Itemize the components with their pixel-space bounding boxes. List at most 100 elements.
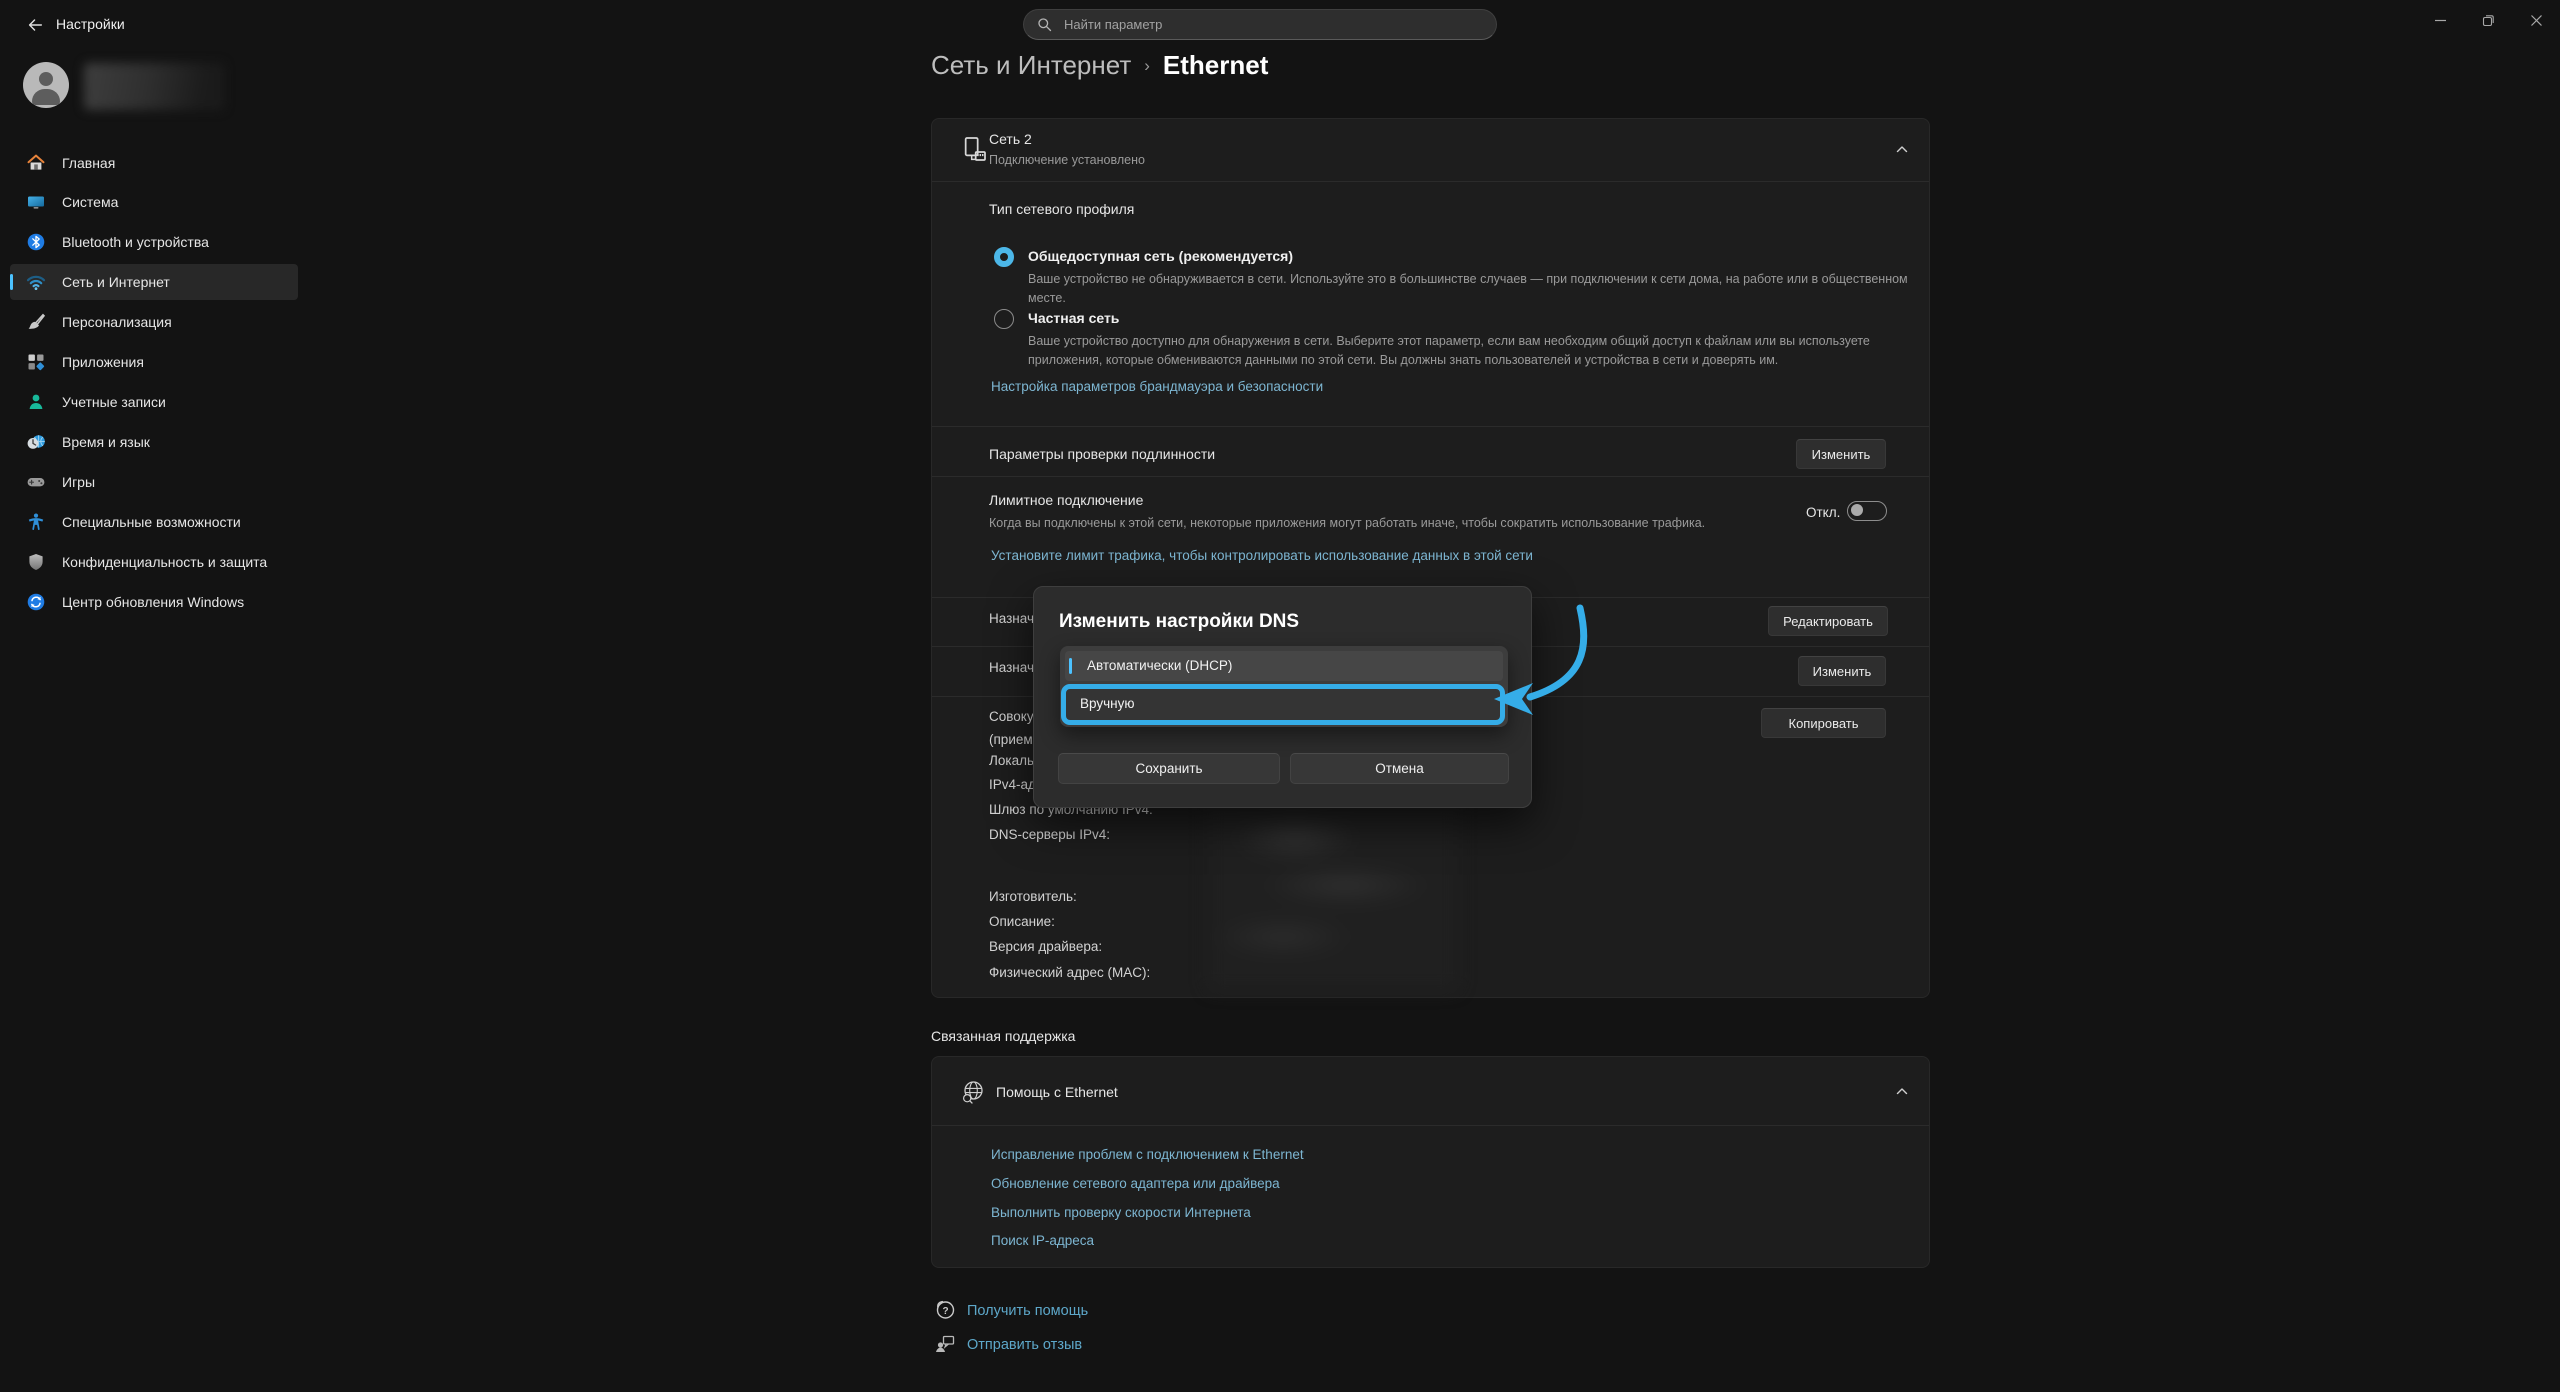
breadcrumb-parent[interactable]: Сеть и Интернет bbox=[931, 50, 1131, 81]
close-icon bbox=[2530, 14, 2543, 27]
app-title: Настройки bbox=[56, 16, 125, 32]
dropdown-option-label: Вручную bbox=[1080, 696, 1134, 711]
sidebar-item-windows-update[interactable]: Центр обновления Windows bbox=[10, 584, 298, 620]
description-label: Описание: bbox=[989, 914, 1055, 929]
sidebar-item-label: Система bbox=[62, 194, 118, 210]
collapse-chevron-icon[interactable] bbox=[1894, 142, 1910, 158]
sidebar-item-system[interactable]: Система bbox=[10, 184, 298, 220]
mac-address-label: Физический адрес (MAC): bbox=[989, 965, 1150, 980]
auth-settings-label: Параметры проверки подлинности bbox=[989, 446, 1215, 462]
sidebar-item-network[interactable]: Сеть и Интернет bbox=[10, 264, 298, 300]
redacted-user-name bbox=[84, 63, 224, 110]
home-icon bbox=[26, 153, 46, 173]
page-title: Ethernet bbox=[1163, 50, 1268, 81]
dropdown-option-manual[interactable]: Вручную bbox=[1061, 684, 1505, 725]
sidebar-item-label: Центр обновления Windows bbox=[62, 594, 244, 610]
sidebar-item-time-language[interactable]: Время и язык bbox=[10, 424, 298, 460]
account-person-icon bbox=[26, 392, 46, 412]
support-link-find-ip[interactable]: Поиск IP-адреса bbox=[991, 1233, 1094, 1248]
firewall-settings-link[interactable]: Настройка параметров брандмауэра и безоп… bbox=[991, 379, 1323, 394]
radio-public-description: Ваше устройство не обнаруживается в сети… bbox=[1028, 270, 1918, 309]
sidebar-item-home[interactable]: Главная bbox=[10, 145, 298, 181]
back-button[interactable] bbox=[22, 12, 48, 38]
support-link-speed-test[interactable]: Выполнить проверку скорости Интернета bbox=[991, 1205, 1251, 1220]
shield-icon bbox=[26, 552, 46, 572]
sidebar-item-personalization[interactable]: Персонализация bbox=[10, 304, 298, 340]
network-name: Сеть 2 bbox=[989, 131, 1032, 147]
bluetooth-icon bbox=[26, 232, 46, 252]
toggle-state-label: Откл. bbox=[1806, 505, 1840, 520]
sidebar-item-label: Персонализация bbox=[62, 314, 172, 330]
dns-edit-button[interactable]: Изменить bbox=[1798, 656, 1886, 686]
minimize-button[interactable] bbox=[2420, 5, 2460, 35]
get-help-link[interactable]: Получить помощь bbox=[967, 1303, 1088, 1319]
dropdown-option-automatic[interactable]: Автоматически (DHCP) bbox=[1065, 651, 1503, 681]
sidebar-item-label: Специальные возможности bbox=[62, 514, 241, 530]
avatar[interactable] bbox=[23, 62, 69, 108]
web-help-icon bbox=[959, 1078, 987, 1106]
save-button[interactable]: Сохранить bbox=[1058, 753, 1280, 784]
local-link-label: Локаль bbox=[989, 753, 1034, 768]
wifi-icon bbox=[26, 272, 46, 292]
sidebar-item-label: Сеть и Интернет bbox=[62, 274, 170, 290]
avatar-person-icon bbox=[39, 72, 53, 86]
ip-assignment-label: Назнач bbox=[989, 611, 1034, 626]
ip-edit-button[interactable]: Редактировать bbox=[1768, 606, 1888, 636]
metered-connection-label: Лимитное подключение bbox=[989, 492, 1143, 508]
ethernet-adapter-icon bbox=[959, 134, 991, 166]
network-status: Подключение установлено bbox=[989, 151, 1145, 170]
dns-dialog: Изменить настройки DNS Автоматически (DH… bbox=[1033, 586, 1532, 808]
support-link-troubleshoot[interactable]: Исправление проблем с подключением к Eth… bbox=[991, 1147, 1304, 1162]
dialog-title: Изменить настройки DNS bbox=[1059, 611, 1299, 633]
support-link-update-adapter[interactable]: Обновление сетевого адаптера или драйвер… bbox=[991, 1176, 1280, 1191]
search-input[interactable] bbox=[1062, 16, 1446, 33]
sidebar-item-apps[interactable]: Приложения bbox=[10, 344, 298, 380]
support-card: Помощь с Ethernet Исправление проблем с … bbox=[931, 1056, 1930, 1268]
radio-private-description: Ваше устройство доступно для обнаружения… bbox=[1028, 332, 1888, 371]
link-speed-label-2: (прием bbox=[989, 732, 1033, 747]
manufacturer-label: Изготовитель: bbox=[989, 889, 1077, 904]
restore-button[interactable] bbox=[2468, 5, 2508, 35]
gamepad-icon bbox=[26, 472, 46, 492]
collapse-chevron-icon[interactable] bbox=[1894, 1084, 1910, 1100]
sidebar-item-accessibility[interactable]: Специальные возможности bbox=[10, 504, 298, 540]
support-card-title: Помощь с Ethernet bbox=[996, 1084, 1118, 1100]
sidebar-item-label: Приложения bbox=[62, 354, 144, 370]
selected-option-accent-bar bbox=[1069, 658, 1072, 674]
apps-icon bbox=[26, 352, 46, 372]
metered-toggle[interactable] bbox=[1847, 501, 1887, 521]
radio-public-network[interactable] bbox=[994, 247, 1014, 267]
sidebar-item-privacy[interactable]: Конфиденциальность и защита bbox=[10, 544, 298, 580]
close-button[interactable] bbox=[2516, 5, 2556, 35]
annotation-arrow bbox=[1488, 592, 1598, 722]
ipv4-address-label: IPv4-ад bbox=[989, 777, 1036, 792]
auth-edit-button[interactable]: Изменить bbox=[1796, 439, 1886, 469]
driver-version-label: Версия драйвера: bbox=[989, 939, 1102, 954]
breadcrumb-separator-icon: › bbox=[1131, 56, 1163, 76]
sidebar-item-label: Главная bbox=[62, 155, 115, 171]
update-icon bbox=[26, 592, 46, 612]
copy-button[interactable]: Копировать bbox=[1761, 708, 1886, 738]
svg-text:?: ? bbox=[942, 1306, 948, 1317]
divider bbox=[932, 476, 1929, 477]
send-feedback-link[interactable]: Отправить отзыв bbox=[967, 1337, 1082, 1353]
sidebar-item-label: Конфиденциальность и защита bbox=[62, 554, 267, 570]
sidebar-item-label: Игры bbox=[62, 474, 95, 490]
dns-assignment-label: Назнач bbox=[989, 660, 1034, 675]
search-box[interactable] bbox=[1023, 9, 1497, 40]
divider bbox=[932, 1125, 1929, 1126]
support-heading: Связанная поддержка bbox=[931, 1028, 1075, 1044]
sidebar-item-label: Учетные записи bbox=[62, 394, 166, 410]
profile-type-heading: Тип сетевого профиля bbox=[989, 201, 1134, 217]
sidebar-item-gaming[interactable]: Игры bbox=[10, 464, 298, 500]
send-feedback-icon bbox=[933, 1332, 957, 1356]
sidebar-item-accounts[interactable]: Учетные записи bbox=[10, 384, 298, 420]
ipv4-dns-label: DNS-серверы IPv4: bbox=[989, 827, 1110, 842]
divider bbox=[932, 426, 1929, 427]
cancel-button[interactable]: Отмена bbox=[1290, 753, 1509, 784]
radio-private-network[interactable] bbox=[994, 309, 1014, 329]
sidebar-item-bluetooth[interactable]: Bluetooth и устройства bbox=[10, 224, 298, 260]
data-limit-link[interactable]: Установите лимит трафика, чтобы контроли… bbox=[991, 548, 1533, 563]
sidebar-item-label: Bluetooth и устройства bbox=[62, 234, 209, 250]
system-icon bbox=[26, 192, 46, 212]
